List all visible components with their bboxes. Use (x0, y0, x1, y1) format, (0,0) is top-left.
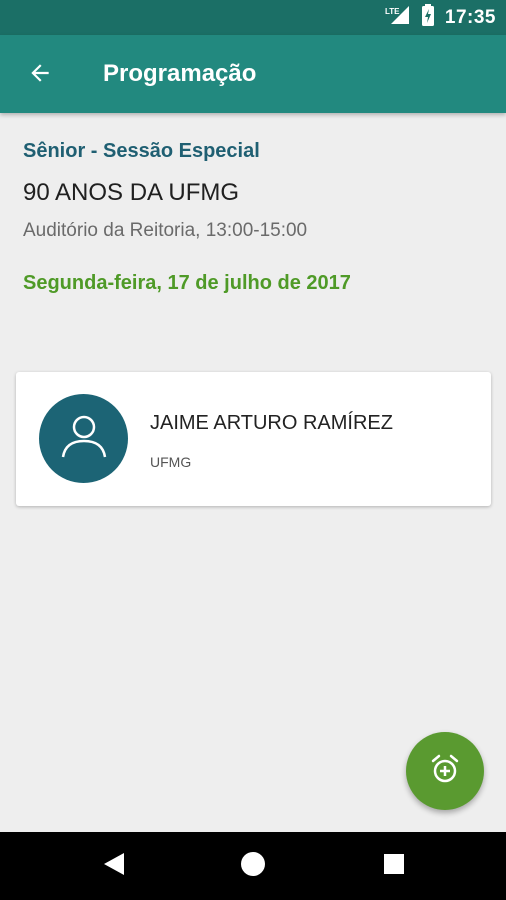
speaker-organization: UFMG (150, 454, 192, 470)
event-location-time: Auditório da Reitoria, 13:00-15:00 (23, 220, 308, 241)
status-bar: LTE 17:35 (0, 0, 506, 35)
nav-back-button[interactable] (84, 832, 144, 900)
add-alarm-button[interactable] (406, 732, 484, 810)
event-date: Segunda-feira, 17 de julho de 2017 (23, 272, 351, 294)
alarm-add-icon (429, 753, 461, 790)
lte-signal-icon: LTE (385, 4, 411, 31)
event-category: Sênior - Sessão Especial (23, 140, 260, 162)
back-triangle-icon (102, 851, 126, 882)
back-button[interactable] (20, 55, 60, 95)
app-bar: Programação (0, 35, 506, 113)
recents-square-icon (383, 853, 405, 880)
svg-text:LTE: LTE (385, 7, 400, 16)
status-time: 17:35 (444, 6, 496, 28)
status-bar-right: LTE 17:35 (385, 0, 496, 35)
page-title: Programação (103, 60, 257, 87)
home-circle-icon (240, 851, 266, 882)
avatar (39, 394, 128, 483)
navigation-bar (0, 832, 506, 900)
arrow-back-icon (27, 60, 53, 91)
battery-charging-icon (421, 4, 435, 31)
speaker-name: JAIME ARTURO RAMÍREZ (150, 412, 393, 434)
person-icon (59, 411, 109, 466)
nav-recents-button[interactable] (364, 832, 424, 900)
nav-home-button[interactable] (223, 832, 283, 900)
speaker-card[interactable]: JAIME ARTURO RAMÍREZ UFMG (16, 372, 491, 506)
event-title: 90 ANOS DA UFMG (23, 179, 240, 206)
